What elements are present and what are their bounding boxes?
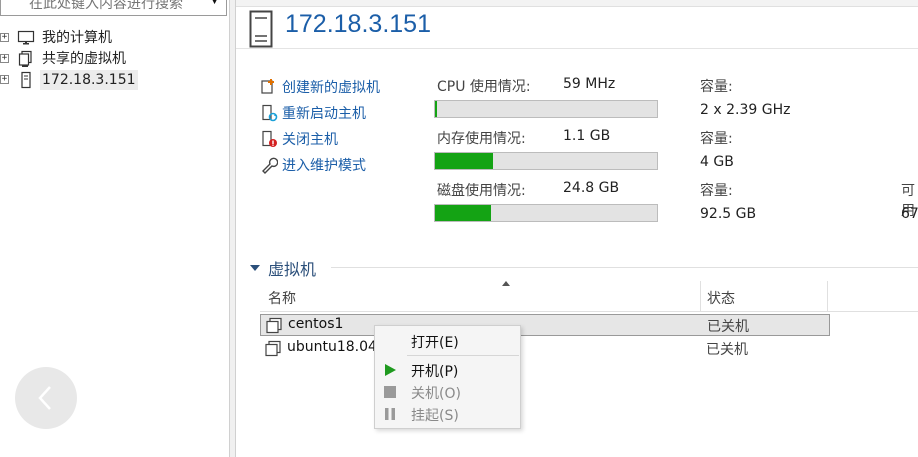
menu-item-label: 打开(E) <box>411 335 459 351</box>
cpu-capacity-label: 容量: <box>700 79 733 95</box>
tree-item-label: 172.18.3.151 <box>40 70 138 90</box>
cpu-capacity-value: 2 x 2.39 GHz <box>700 102 791 118</box>
section-divider <box>331 267 918 268</box>
memory-capacity-label: 容量: <box>700 131 733 147</box>
menu-item-power-off[interactable]: 关机(O) <box>375 381 520 403</box>
cpu-usage-value: 59 MHz <box>563 76 616 92</box>
action-label: 进入维护模式 <box>282 158 366 174</box>
shutdown-host-icon <box>262 130 277 147</box>
cpu-usage-label: CPU 使用情况: <box>437 79 531 95</box>
vm-section-header[interactable]: 虚拟机 <box>250 256 316 280</box>
collapse-arrow-icon[interactable] <box>250 265 260 271</box>
menu-item-power-on[interactable]: 开机(P) <box>375 359 520 381</box>
memory-usage-label: 内存使用情况: <box>437 131 526 147</box>
vm-icon <box>266 317 282 334</box>
create-vm-link[interactable]: 创建新的虚拟机 <box>260 76 380 98</box>
library-pane: ▼ + 我的计算机 + 共享的虚拟机 + <box>0 0 229 457</box>
tree-item-host[interactable]: + 172.18.3.151 <box>0 70 200 90</box>
search-box[interactable]: ▼ <box>0 0 227 16</box>
column-divider[interactable] <box>827 281 828 311</box>
play-icon <box>385 364 396 376</box>
disk-usage-fill <box>435 205 491 221</box>
restart-host-link[interactable]: 重新启动主机 <box>260 102 366 124</box>
menu-item-label: 开机(P) <box>411 364 459 380</box>
table-row[interactable]: ubuntu18.04 已关机 <box>260 338 830 360</box>
disk-usage-bar <box>434 204 658 222</box>
action-label: 重新启动主机 <box>282 106 366 122</box>
divider <box>236 48 918 49</box>
disk-capacity-label: 容量: <box>700 183 733 199</box>
disk-usage-label: 磁盘使用情况: <box>437 183 526 199</box>
disk-capacity-value: 92.5 GB <box>700 206 757 222</box>
wrench-icon <box>262 157 278 174</box>
sort-ascending-icon <box>502 281 510 286</box>
tree-item-my-computer[interactable]: + 我的计算机 <box>0 28 200 48</box>
vm-status: 已关机 <box>706 342 748 358</box>
tree-item-shared-vms[interactable]: + 共享的虚拟机 <box>0 49 200 69</box>
vm-name: ubuntu18.04 <box>287 339 377 355</box>
disk-available-value: 67 <box>901 206 918 222</box>
expand-icon[interactable]: + <box>0 33 9 42</box>
server-icon <box>21 71 31 89</box>
maintenance-mode-link[interactable]: 进入维护模式 <box>260 154 366 176</box>
new-vm-icon <box>261 79 274 94</box>
search-dropdown-icon[interactable]: ▼ <box>209 0 220 7</box>
host-summary-pane: 172.18.3.151 创建新的虚拟机 重新启动主机 关闭主机 进入维护模式 <box>236 0 918 457</box>
vm-table-header: 名称 状态 <box>260 281 918 312</box>
table-row[interactable]: centos1 已关机 <box>260 314 830 336</box>
host-server-icon <box>249 10 273 48</box>
menu-item-label: 挂起(S) <box>411 408 459 424</box>
section-title: 虚拟机 <box>268 260 317 279</box>
back-button[interactable] <box>15 367 77 429</box>
pause-icon <box>385 408 395 420</box>
pane-splitter[interactable] <box>229 0 236 457</box>
column-divider[interactable] <box>700 281 701 311</box>
shutdown-host-link[interactable]: 关闭主机 <box>260 128 338 150</box>
stop-icon <box>384 386 396 398</box>
memory-usage-fill <box>435 153 493 169</box>
menu-item-label: 关机(O) <box>411 386 461 402</box>
restart-host-icon <box>262 104 278 122</box>
memory-usage-value: 1.1 GB <box>563 128 611 144</box>
action-label: 创建新的虚拟机 <box>282 80 380 96</box>
shared-vm-icon <box>18 50 32 67</box>
top-strip <box>236 0 918 7</box>
menu-separator <box>407 355 519 356</box>
cpu-usage-bar <box>434 100 658 118</box>
tree-item-label: 我的计算机 <box>42 30 112 46</box>
menu-item-suspend[interactable]: 挂起(S) <box>375 403 520 425</box>
expand-icon[interactable]: + <box>0 75 9 84</box>
computer-icon <box>17 30 35 45</box>
tree-item-label: 共享的虚拟机 <box>42 51 126 67</box>
column-header-name[interactable]: 名称 <box>268 288 296 308</box>
memory-capacity-value: 4 GB <box>700 154 734 170</box>
vm-context-menu: 打开(E) 开机(P) 关机(O) 挂起(S) <box>374 325 521 429</box>
memory-usage-bar <box>434 152 658 170</box>
chevron-left-icon <box>38 386 51 410</box>
search-input[interactable] <box>29 0 199 12</box>
vm-status: 已关机 <box>707 319 749 335</box>
disk-usage-value: 24.8 GB <box>563 180 620 196</box>
cpu-usage-fill <box>435 101 438 117</box>
page-title: 172.18.3.151 <box>285 10 431 38</box>
column-header-status[interactable]: 状态 <box>707 288 735 308</box>
action-label: 关闭主机 <box>282 132 338 148</box>
expand-icon[interactable]: + <box>0 54 9 63</box>
vm-name: centos1 <box>288 316 344 332</box>
vm-icon <box>265 340 281 357</box>
menu-item-open[interactable]: 打开(E) <box>375 330 520 352</box>
